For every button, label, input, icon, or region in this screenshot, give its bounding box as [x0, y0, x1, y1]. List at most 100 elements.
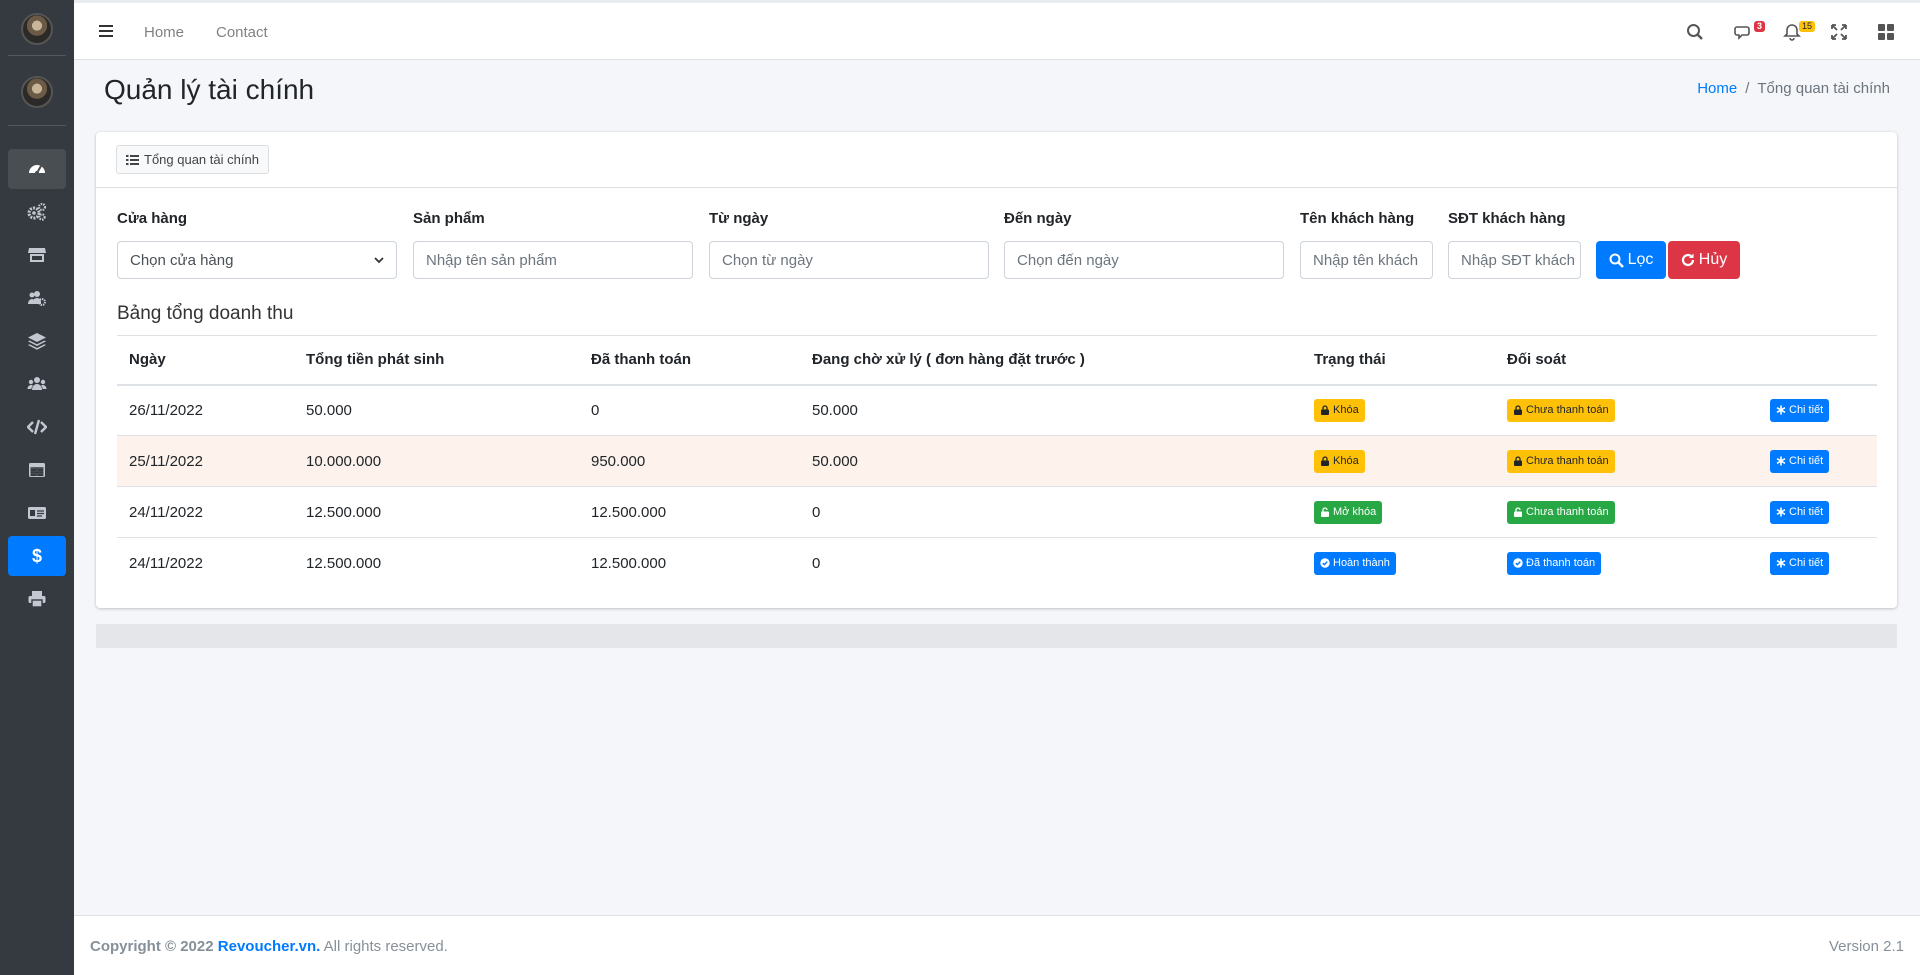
check-circle-icon	[1513, 558, 1523, 568]
sidebar-item-code[interactable]	[8, 407, 66, 447]
sidebar-item-print[interactable]	[8, 579, 66, 619]
cell-paid: 12.500.000	[579, 537, 800, 589]
chevron-down-icon	[374, 257, 384, 264]
brand-logo[interactable]	[21, 13, 53, 45]
reconcile-badge-label: Chưa thanh toán	[1526, 455, 1609, 467]
sidebar-item-id-card[interactable]	[8, 493, 66, 533]
detail-button[interactable]: Chi tiết	[1770, 398, 1830, 422]
nav-link-contact[interactable]: Contact	[216, 24, 268, 41]
notifications-badge: 15	[1799, 21, 1816, 32]
cell-date: 25/11/2022	[117, 435, 294, 487]
page-title: Quản lý tài chính	[104, 74, 315, 105]
filter-button[interactable]: Lọc	[1596, 241, 1666, 279]
sidebar-item-users[interactable]	[8, 364, 66, 404]
sidebar-divider	[8, 55, 66, 56]
from-date-input[interactable]: Chọn từ ngày	[709, 241, 989, 279]
dollar-icon: $	[32, 546, 42, 566]
unlock-icon	[1321, 507, 1329, 517]
status-badge-label: Hoàn thành	[1333, 557, 1390, 570]
copyright-prefix: Copyright © 2022	[90, 938, 214, 955]
version-text: Version 2.1	[1828, 938, 1904, 955]
redo-icon	[1681, 253, 1694, 267]
store-select[interactable]: Chọn cửa hàng	[117, 241, 397, 279]
customer-phone-label: SĐT khách hàng	[1448, 210, 1566, 227]
lock-icon	[1514, 456, 1522, 466]
from-date-label: Từ ngày	[709, 210, 769, 227]
table-icon	[29, 463, 45, 477]
tab-label: Tổng quan tài chính	[144, 152, 259, 167]
code-icon	[27, 419, 47, 435]
cancel-button[interactable]: Hủy	[1668, 241, 1740, 279]
to-date-input[interactable]: Chọn đến ngày	[1004, 241, 1284, 279]
to-date-label: Đến ngày	[1004, 210, 1072, 227]
reconcile-badge[interactable]: Chưa thanh toán	[1507, 449, 1615, 473]
col-header-actions	[1728, 335, 1877, 386]
col-header-total: Tổng tiền phát sinh	[294, 335, 579, 386]
status-badge[interactable]: Mở khóa	[1314, 500, 1383, 524]
status-badge[interactable]: Khóa	[1314, 398, 1365, 422]
sidebar-item-dashboard[interactable]	[8, 149, 66, 189]
reconcile-badge-label: Đã thanh toán	[1526, 557, 1596, 570]
fullscreen-icon[interactable]	[1830, 23, 1848, 41]
check-circle-icon	[1320, 558, 1330, 568]
sidebar-item-users-cog[interactable]	[8, 278, 66, 318]
detail-button[interactable]: Chi tiết	[1770, 449, 1830, 473]
status-badge-label: Khóa	[1333, 455, 1359, 467]
sidebar-item-finance[interactable]: $	[8, 536, 66, 576]
id-card-icon	[28, 507, 46, 519]
menu-toggle-icon[interactable]	[98, 23, 114, 39]
cell-pending: 0	[800, 486, 1302, 538]
customer-phone-input[interactable]: Nhập SĐT khách	[1448, 241, 1581, 279]
reconcile-badge[interactable]: Chưa thanh toán	[1507, 398, 1615, 422]
cell-date: 24/11/2022	[117, 537, 294, 589]
sidebar-item-table[interactable]	[8, 450, 66, 490]
reconcile-badge[interactable]: Đã thanh toán	[1507, 551, 1602, 575]
col-header-reconcile: Đối soát	[1495, 335, 1728, 386]
table-row: 25/11/2022 10.000.000 950.000 50.000 Khó…	[117, 435, 1877, 487]
cell-paid: 0	[579, 384, 800, 436]
users-icon	[27, 377, 47, 390]
detail-button[interactable]: Chi tiết	[1770, 500, 1830, 524]
status-badge-label: Khóa	[1333, 404, 1359, 417]
detail-button-label: Chi tiết	[1789, 404, 1824, 417]
tab-financial-overview[interactable]: Tổng quan tài chính	[116, 145, 269, 174]
nav-link-home[interactable]: Home	[144, 24, 184, 41]
cell-paid: 950.000	[579, 435, 800, 487]
cell-pending: 0	[800, 537, 1302, 589]
users-cog-icon	[28, 291, 46, 306]
sidebar: $	[0, 0, 74, 975]
asterisk-icon	[1776, 405, 1786, 415]
comments-icon[interactable]	[1734, 23, 1752, 41]
cell-total: 50.000	[294, 384, 579, 436]
breadcrumb: Home / Tổng quan tài chính	[1697, 80, 1890, 97]
breadcrumb-home[interactable]: Home	[1697, 80, 1737, 97]
copyright-rights: All rights reserved.	[323, 938, 448, 955]
cell-total: 12.500.000	[294, 486, 579, 538]
card-header: Tổng quan tài chính	[96, 132, 1897, 188]
cell-date: 26/11/2022	[117, 384, 294, 436]
reconcile-badge[interactable]: Chưa thanh toán	[1507, 500, 1615, 524]
search-icon[interactable]	[1686, 23, 1704, 41]
breadcrumb-separator: /	[1745, 80, 1750, 97]
sidebar-item-store[interactable]	[8, 235, 66, 275]
cell-total: 10.000.000	[294, 435, 579, 487]
brand-link[interactable]: Revoucher.vn.	[218, 938, 321, 955]
apps-grid-icon[interactable]	[1877, 23, 1895, 41]
sidebar-item-layers[interactable]	[8, 321, 66, 361]
product-input[interactable]: Nhập tên sản phẩm	[413, 241, 693, 279]
user-avatar[interactable]	[21, 76, 53, 108]
status-badge[interactable]: Khóa	[1314, 449, 1365, 473]
detail-button[interactable]: Chi tiết	[1770, 551, 1830, 575]
messages-badge: 3	[1754, 21, 1766, 32]
sidebar-divider	[8, 125, 66, 126]
store-select-value: Chọn cửa hàng	[130, 251, 234, 269]
customer-name-input[interactable]: Nhập tên khách	[1300, 241, 1433, 279]
status-badge-label: Mở khóa	[1333, 506, 1377, 518]
table-header-row: Ngày Tổng tiền phát sinh Đã thanh toán Đ…	[117, 335, 1877, 386]
status-badge[interactable]: Hoàn thành	[1314, 551, 1396, 575]
top-navbar: Home Contact 3 15	[74, 0, 1920, 60]
detail-button-label: Chi tiết	[1789, 557, 1824, 570]
sidebar-item-settings[interactable]	[8, 192, 66, 232]
reconcile-badge-label: Chưa thanh toán	[1526, 404, 1609, 417]
horizontal-scrollbar[interactable]	[96, 624, 1897, 648]
